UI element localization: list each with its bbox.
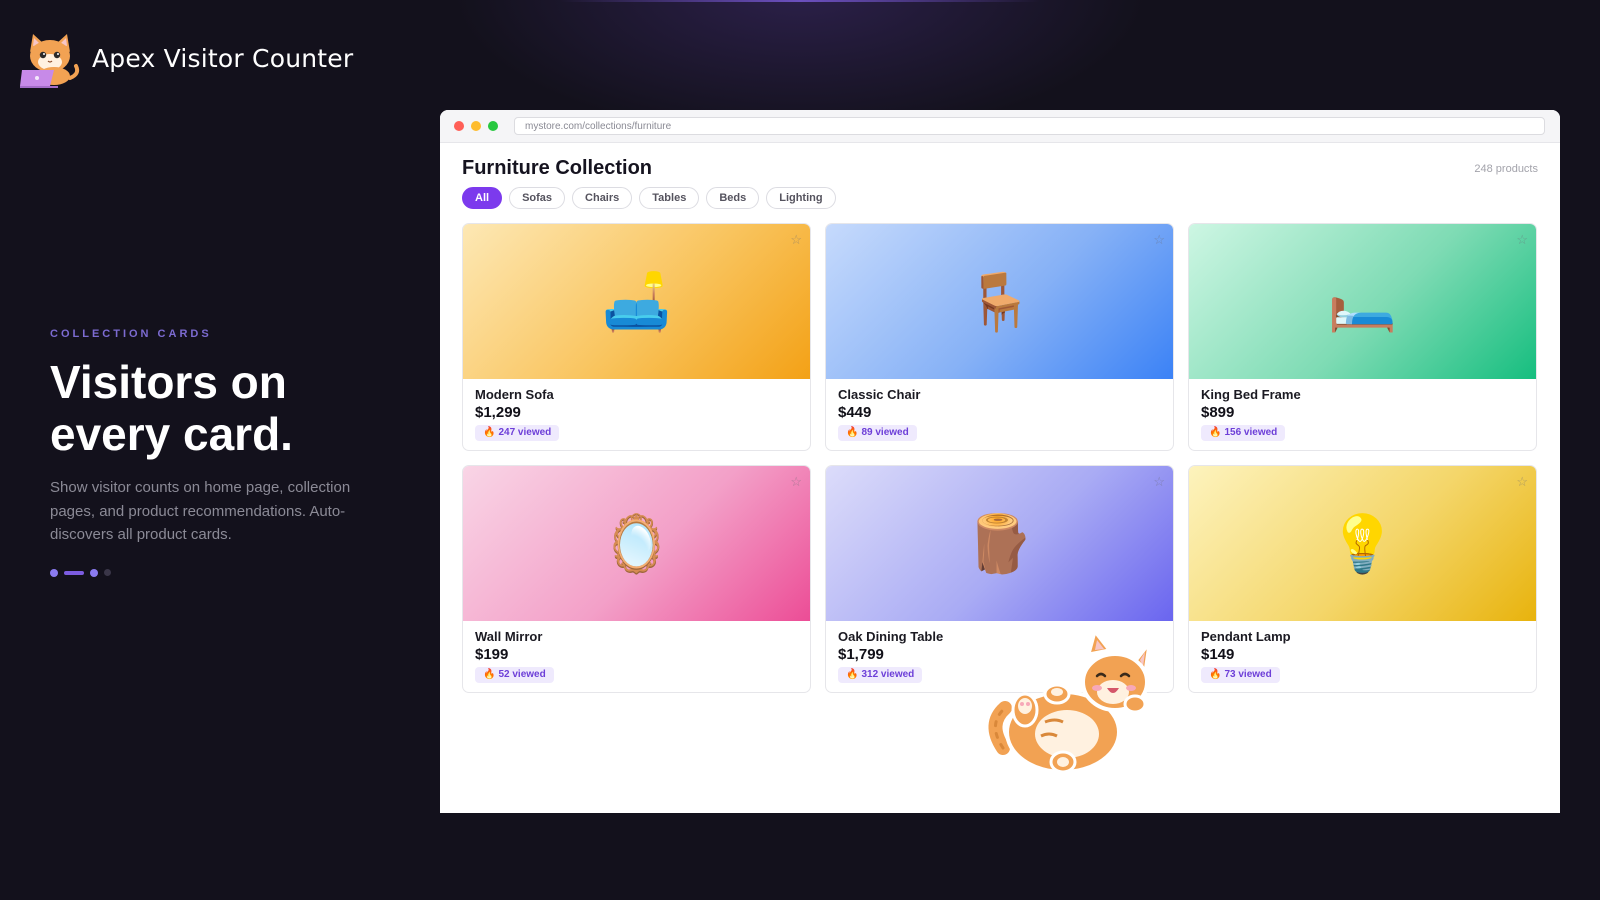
- product-image[interactable]: 🪑 ☆: [826, 224, 1173, 379]
- wood-log-icon: 🪵: [964, 511, 1035, 575]
- filter-chips: All Sofas Chairs Tables Beds Lighting: [462, 187, 1538, 209]
- sofa-icon: 🛋️: [601, 269, 672, 333]
- maximize-window-icon[interactable]: [488, 121, 498, 131]
- filter-chip-sofas[interactable]: Sofas: [509, 187, 566, 209]
- product-info: Pendant Lamp $149 🔥 73 viewed: [1189, 621, 1536, 691]
- product-name[interactable]: King Bed Frame: [1201, 387, 1524, 402]
- slide-dot[interactable]: [104, 569, 111, 576]
- filter-chip-tables[interactable]: Tables: [639, 187, 700, 209]
- fire-icon: 🔥: [483, 669, 496, 680]
- page-header: Furniture Collection 248 products: [462, 157, 1538, 180]
- playful-cat-mascot: [988, 632, 1152, 774]
- product-card[interactable]: 🛏️ ☆ King Bed Frame $899 🔥 156 viewed: [1188, 223, 1537, 451]
- hero-headline-line2: every card.: [50, 408, 293, 460]
- product-info: Wall Mirror $199 🔥 52 viewed: [463, 621, 810, 691]
- filter-chip-all[interactable]: All: [462, 187, 503, 209]
- top-accent-line: [560, 0, 1040, 2]
- fire-icon: 🔥: [483, 427, 496, 438]
- product-image[interactable]: 🛏️ ☆: [1189, 224, 1536, 379]
- visitor-count: 247 viewed: [498, 427, 552, 438]
- star-icon[interactable]: ☆: [790, 474, 802, 490]
- address-bar[interactable]: mystore.com/collections/furniture: [514, 117, 1545, 135]
- visitor-badge: 🔥 156 viewed: [1201, 425, 1286, 441]
- product-image[interactable]: 🪞 ☆: [463, 466, 810, 621]
- store-page: Furniture Collection 248 products All So…: [440, 157, 1560, 693]
- mirror-icon: 🪞: [601, 511, 672, 575]
- product-image[interactable]: 🛋️ ☆: [463, 224, 810, 379]
- product-count: 248 products: [1474, 162, 1538, 175]
- fire-icon: 🔥: [846, 669, 859, 680]
- product-info: Classic Chair $449 🔥 89 viewed: [826, 379, 1173, 449]
- hero-headline: Visitors on every card.: [50, 356, 380, 460]
- fire-icon: 🔥: [846, 427, 859, 438]
- window-controls: [454, 121, 498, 131]
- slide-indicator: [50, 568, 380, 577]
- brand-logo: Apex Visitor Counter: [18, 26, 353, 90]
- light-bulb-icon: 💡: [1327, 511, 1398, 575]
- product-price: $1,299: [475, 404, 521, 421]
- product-card[interactable]: 🪞 ☆ Wall Mirror $199 🔥 52 viewed: [462, 465, 811, 693]
- product-card[interactable]: 🪑 ☆ Classic Chair $449 🔥 89 viewed: [825, 223, 1174, 451]
- visitor-badge: 🔥 247 viewed: [475, 425, 560, 441]
- star-icon[interactable]: ☆: [1153, 232, 1165, 248]
- product-card[interactable]: 💡 ☆ Pendant Lamp $149 🔥 73 viewed: [1188, 465, 1537, 693]
- star-icon[interactable]: ☆: [1516, 474, 1528, 490]
- product-price: $899: [1201, 404, 1235, 421]
- bed-icon: 🛏️: [1327, 269, 1398, 333]
- product-name[interactable]: Classic Chair: [838, 387, 1161, 402]
- product-name[interactable]: Pendant Lamp: [1201, 629, 1524, 644]
- visitor-badge: 🔥 312 viewed: [838, 667, 923, 683]
- product-price: $149: [1201, 646, 1235, 663]
- brand-name: Apex Visitor Counter: [92, 43, 354, 73]
- filter-chip-lighting[interactable]: Lighting: [766, 187, 836, 209]
- hero-headline-line1: Visitors on: [50, 356, 287, 408]
- visitor-badge: 🔥 52 viewed: [475, 667, 554, 683]
- product-info: Modern Sofa $1,299 🔥 247 viewed: [463, 379, 810, 449]
- visitor-count: 52 viewed: [498, 669, 546, 680]
- product-image[interactable]: 💡 ☆: [1189, 466, 1536, 621]
- visitor-badge: 🔥 73 viewed: [1201, 667, 1280, 683]
- filter-chip-beds[interactable]: Beds: [706, 187, 760, 209]
- star-icon[interactable]: ☆: [790, 232, 802, 248]
- product-info: King Bed Frame $899 🔥 156 viewed: [1189, 379, 1536, 449]
- browser-toolbar: mystore.com/collections/furniture: [440, 110, 1560, 143]
- product-image[interactable]: 🪵 ☆: [826, 466, 1173, 621]
- hero-eyebrow: COLLECTION CARDS: [50, 328, 212, 340]
- product-price: $449: [838, 404, 872, 421]
- visitor-count: 73 viewed: [1224, 669, 1272, 680]
- visitor-count: 312 viewed: [861, 669, 915, 680]
- minimize-window-icon[interactable]: [471, 121, 481, 131]
- visitor-count: 89 viewed: [861, 427, 909, 438]
- product-price: $199: [475, 646, 509, 663]
- visitor-badge: 🔥 89 viewed: [838, 425, 917, 441]
- chair-icon: 🪑: [964, 269, 1035, 333]
- star-icon[interactable]: ☆: [1153, 474, 1165, 490]
- product-name[interactable]: Modern Sofa: [475, 387, 798, 402]
- product-card[interactable]: 🛋️ ☆ Modern Sofa $1,299 🔥 247 viewed: [462, 223, 811, 451]
- slide-dot-active[interactable]: [64, 570, 84, 575]
- cat-laptop-icon: [20, 34, 80, 88]
- fire-icon: 🔥: [1209, 669, 1222, 680]
- fire-icon: 🔥: [1209, 427, 1222, 438]
- page-title: Furniture Collection: [462, 157, 652, 179]
- close-window-icon[interactable]: [454, 121, 464, 131]
- slide-dot[interactable]: [50, 568, 58, 577]
- product-name[interactable]: Wall Mirror: [475, 629, 798, 644]
- hero-description: Show visitor counts on home page, collec…: [50, 479, 351, 543]
- hero-section: COLLECTION CARDS Visitors on every card.…: [50, 328, 380, 577]
- visitor-count: 156 viewed: [1224, 427, 1278, 438]
- product-grid: 🛋️ ☆ Modern Sofa $1,299 🔥 247 viewed 🪑 ☆ …: [462, 223, 1538, 693]
- star-icon[interactable]: ☆: [1516, 232, 1528, 248]
- slide-dot[interactable]: [90, 568, 98, 577]
- filter-chip-chairs[interactable]: Chairs: [572, 187, 633, 209]
